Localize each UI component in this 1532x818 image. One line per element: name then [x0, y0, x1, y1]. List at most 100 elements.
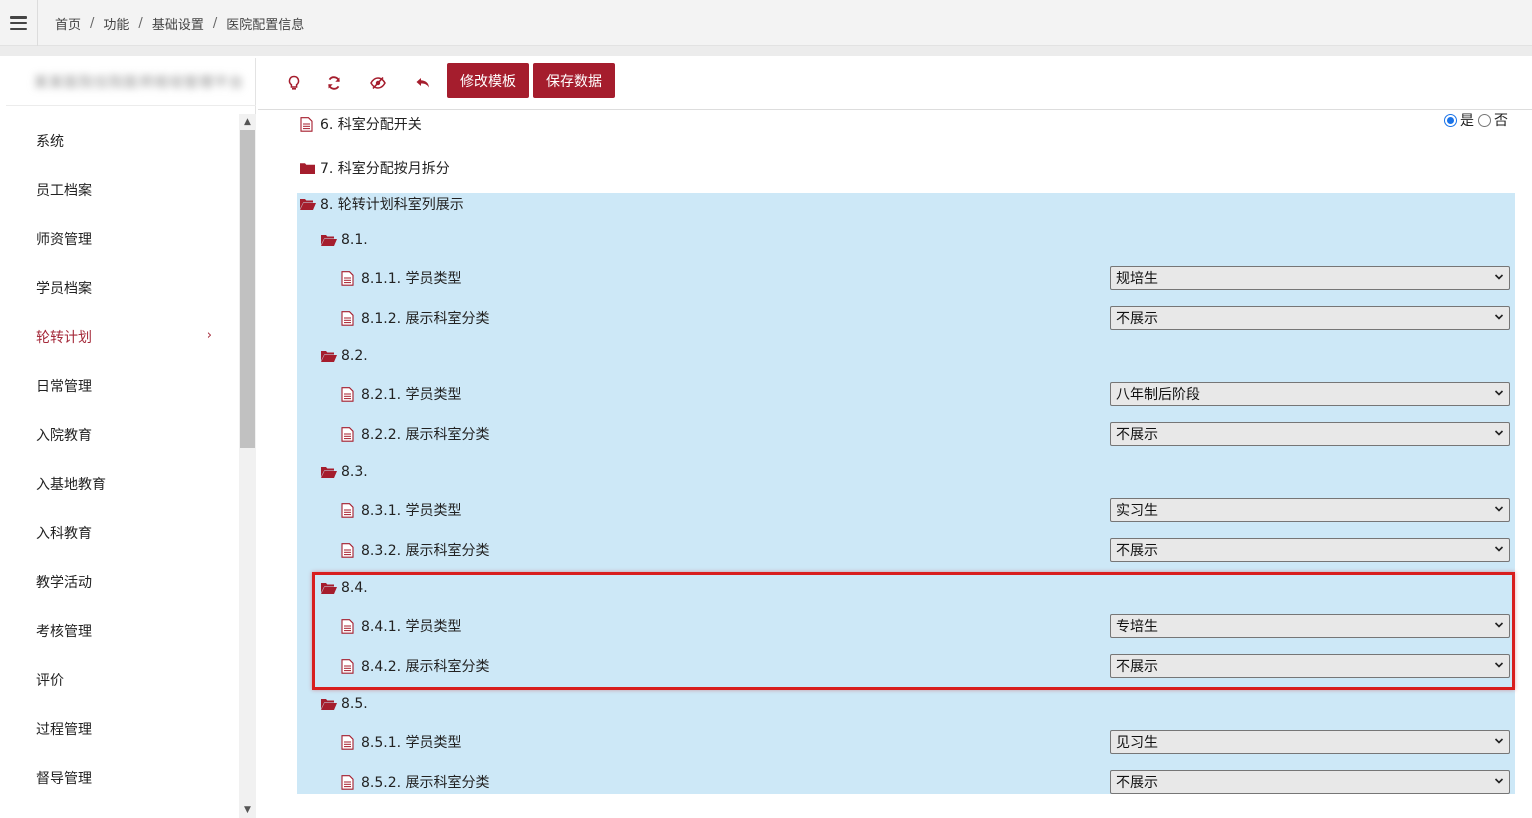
- chevron-down-icon: [1494, 662, 1504, 668]
- scrollbar-thumb[interactable]: [240, 130, 255, 448]
- file-icon: [341, 426, 359, 442]
- sidebar-item-teaching[interactable]: 教学活动: [6, 557, 240, 606]
- sidebar-menu: 系统 员工档案 师资管理 学员档案 轮转计划 › 日常管理 入院教育 入基地教育…: [6, 116, 240, 802]
- sidebar-item-label: 师资管理: [36, 231, 92, 248]
- student-type-select-8-4[interactable]: 专培生: [1110, 614, 1510, 638]
- sidebar-item-faculty[interactable]: 师资管理: [6, 214, 240, 263]
- sidebar-item-rotation-plan[interactable]: 轮转计划 ›: [6, 312, 240, 361]
- radio-yes-label: 是: [1460, 113, 1474, 129]
- breadcrumb-separator: /: [138, 15, 143, 31]
- undo-icon[interactable]: [411, 71, 435, 95]
- student-type-select-8-2[interactable]: 八年制后阶段: [1110, 382, 1510, 406]
- sidebar-item-daily[interactable]: 日常管理: [6, 361, 240, 410]
- sidebar-item-label: 日常管理: [36, 378, 92, 395]
- edit-template-button[interactable]: 修改模板: [447, 63, 529, 98]
- tree-folder-8-4[interactable]: 8.4.: [321, 570, 368, 606]
- folder-open-icon: [321, 698, 339, 710]
- save-data-button[interactable]: 保存数据: [533, 63, 615, 98]
- sidebar-item-assessment[interactable]: 考核管理: [6, 606, 240, 655]
- refresh-icon[interactable]: [322, 71, 346, 95]
- folder-open-icon: [321, 350, 339, 362]
- select-value: 不展示: [1116, 311, 1158, 327]
- lightbulb-icon[interactable]: [282, 71, 306, 95]
- select-value: 实习生: [1116, 503, 1158, 519]
- tree-item-8-4-1: 8.4.1. 学员类型: [341, 608, 462, 644]
- sidebar-item-label: 入科教育: [36, 525, 92, 542]
- radio-yes[interactable]: [1444, 113, 1457, 127]
- chevron-down-icon: [1494, 622, 1504, 628]
- breadcrumb-basic-settings[interactable]: 基础设置: [152, 14, 204, 33]
- file-icon: [341, 386, 359, 402]
- breadcrumb-home[interactable]: 首页: [55, 14, 81, 33]
- tree-folder-8-2[interactable]: 8.2.: [321, 338, 368, 374]
- select-value: 不展示: [1116, 775, 1158, 791]
- sidebar: 某某医院住院医师规培管理平台 系统 员工档案 师资管理 学员档案 轮转计划 › …: [6, 58, 256, 818]
- eye-slash-icon[interactable]: [366, 71, 390, 95]
- sidebar-item-process[interactable]: 过程管理: [6, 704, 240, 753]
- show-dept-category-select-8-5[interactable]: 不展示: [1110, 770, 1510, 794]
- file-icon: [341, 502, 359, 518]
- student-type-select-8-3[interactable]: 实习生: [1110, 498, 1510, 522]
- tree-item-8-2-2: 8.2.2. 展示科室分类: [341, 416, 490, 452]
- file-icon: [341, 734, 359, 750]
- tree-item-label: 8.4.1. 学员类型: [361, 619, 462, 635]
- tree-folder-8-1[interactable]: 8.1.: [321, 222, 368, 258]
- tree-item-label: 8.2.1. 学员类型: [361, 387, 462, 403]
- tree-item-8-5-2: 8.5.2. 展示科室分类: [341, 764, 490, 800]
- folder-open-icon: [300, 198, 318, 210]
- sidebar-item-student-records[interactable]: 学员档案: [6, 263, 240, 312]
- select-value: 八年制后阶段: [1116, 387, 1200, 403]
- tree-item-8-1-2: 8.1.2. 展示科室分类: [341, 300, 490, 336]
- tree-folder-8-5[interactable]: 8.5.: [321, 686, 368, 722]
- tree-item-label: 8.3.: [341, 464, 368, 480]
- folder-icon: [300, 162, 318, 174]
- select-value: 专培生: [1116, 619, 1158, 635]
- tree-folder-dept-monthly-split[interactable]: 7. 科室分配按月拆分: [300, 150, 450, 186]
- sidebar-item-base-orientation[interactable]: 入基地教育: [6, 459, 240, 508]
- tree-folder-8-3[interactable]: 8.3.: [321, 454, 368, 490]
- student-type-select-8-1[interactable]: 规培生: [1110, 266, 1510, 290]
- tree-item-label: 8.2.2. 展示科室分类: [361, 427, 490, 443]
- breadcrumb-separator: /: [212, 15, 218, 31]
- sidebar-item-staff-records[interactable]: 员工档案: [6, 165, 240, 214]
- sidebar-scrollbar[interactable]: ▲ ▼: [239, 114, 256, 818]
- sidebar-item-dept-orientation[interactable]: 入科教育: [6, 508, 240, 557]
- show-dept-category-select-8-2[interactable]: 不展示: [1110, 422, 1510, 446]
- tree-folder-rotation-columns[interactable]: 8. 轮转计划科室列展示: [300, 186, 464, 222]
- config-tree: 6. 科室分配开关 是 否 7. 科室分配按月拆分 8. 轮转计划科室列展示 8…: [258, 111, 1532, 818]
- folder-open-icon: [321, 234, 339, 246]
- file-icon: [341, 310, 359, 326]
- file-icon: [341, 658, 359, 674]
- show-dept-category-select-8-1[interactable]: 不展示: [1110, 306, 1510, 330]
- chevron-right-icon: ›: [206, 328, 212, 343]
- tree-item-label: 8. 轮转计划科室列展示: [320, 197, 464, 213]
- breadcrumb-function[interactable]: 功能: [103, 14, 129, 33]
- student-type-select-8-5[interactable]: 见习生: [1110, 730, 1510, 754]
- tree-item-8-2-1: 8.2.1. 学员类型: [341, 376, 462, 412]
- tree-item-8-4-2: 8.4.2. 展示科室分类: [341, 648, 490, 684]
- scroll-up-arrow-icon[interactable]: ▲: [239, 114, 256, 130]
- show-dept-category-select-8-3[interactable]: 不展示: [1110, 538, 1510, 562]
- sidebar-item-evaluation[interactable]: 评价: [6, 655, 240, 704]
- sidebar-item-label: 督导管理: [36, 770, 92, 787]
- sidebar-item-label: 入基地教育: [36, 476, 106, 493]
- chevron-down-icon: [1494, 274, 1504, 280]
- radio-no[interactable]: [1478, 113, 1491, 127]
- scroll-down-arrow-icon[interactable]: ▼: [239, 802, 256, 818]
- file-icon: [300, 116, 318, 132]
- sidebar-item-label: 轮转计划: [36, 329, 92, 346]
- tree-item-label: 7. 科室分配按月拆分: [320, 161, 450, 177]
- tree-item-label: 8.4.: [341, 580, 368, 596]
- sidebar-item-label: 系统: [36, 133, 64, 150]
- file-icon: [341, 774, 359, 790]
- tree-item-label: 8.3.2. 展示科室分类: [361, 543, 490, 559]
- sidebar-item-hospital-orientation[interactable]: 入院教育: [6, 410, 240, 459]
- menu-toggle-button[interactable]: [0, 0, 38, 46]
- sidebar-item-label: 考核管理: [36, 623, 92, 640]
- sidebar-item-system[interactable]: 系统: [6, 116, 240, 165]
- hamburger-icon: [10, 16, 27, 30]
- show-dept-category-select-8-4[interactable]: 不展示: [1110, 654, 1510, 678]
- sidebar-item-supervision[interactable]: 督导管理: [6, 753, 240, 802]
- org-name: 某某医院住院医师规培管理平台: [6, 58, 256, 106]
- select-value: 规培生: [1116, 271, 1158, 287]
